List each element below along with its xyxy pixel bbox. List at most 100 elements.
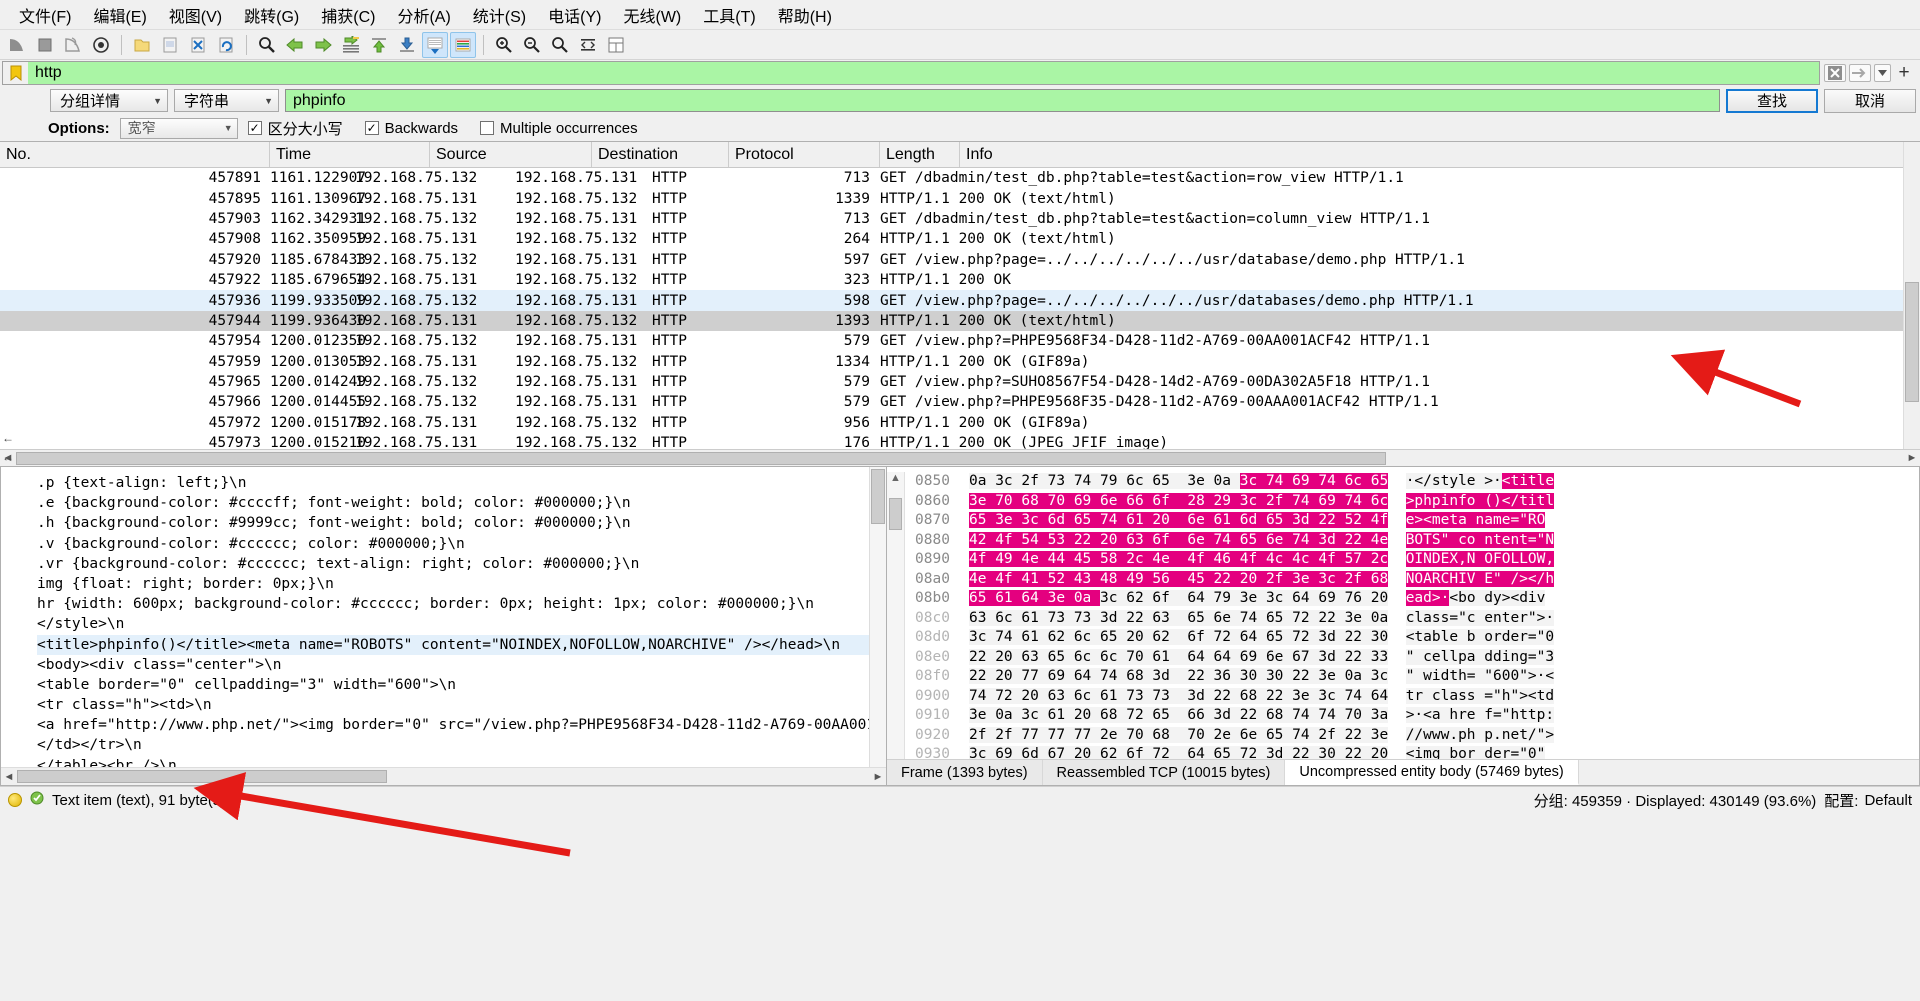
scrollbar-thumb[interactable] xyxy=(17,770,387,783)
hex-dump-row[interactable]: 08a0 4e 4f 41 52 43 48 49 56 45 22 20 2f … xyxy=(915,570,1919,590)
restart-capture-icon[interactable] xyxy=(60,32,86,58)
tab-frame[interactable]: Frame (1393 bytes) xyxy=(887,760,1043,785)
hex-dump-row[interactable]: 0870 65 3e 3c 6d 65 74 61 20 6e 61 6d 65 … xyxy=(915,511,1919,531)
hex-dump-row[interactable]: 0930 3c 69 6d 67 20 62 6f 72 64 65 72 3d … xyxy=(915,745,1919,759)
find-packet-icon[interactable] xyxy=(254,32,280,58)
scroll-right-icon[interactable]: ► xyxy=(1904,450,1920,466)
add-filter-button[interactable]: + xyxy=(1894,62,1914,84)
packet-list-vertical-scrollbar[interactable] xyxy=(1903,142,1920,449)
go-first-packet-icon[interactable] xyxy=(366,32,392,58)
tab-reassembled-tcp[interactable]: Reassembled TCP (10015 bytes) xyxy=(1042,760,1286,785)
find-search-type-combo[interactable]: 字符串 ▼ xyxy=(174,89,279,112)
packet-list-horizontal-scrollbar[interactable]: ◄ ► xyxy=(0,449,1920,466)
case-sensitive-checkbox[interactable]: ✓ 区分大小写 xyxy=(247,118,343,139)
hex-dump-row[interactable]: 08e0 22 20 63 65 6c 6c 70 61 64 64 69 6e … xyxy=(915,648,1919,668)
go-back-icon[interactable] xyxy=(282,32,308,58)
menu-item-analyze[interactable]: 分析(A) xyxy=(386,0,461,30)
hex-dump-area[interactable]: ▲ 0850 0a 3c 2f 73 74 79 6c 65 3e 0a 3c 7… xyxy=(887,467,1919,759)
menu-item-go[interactable]: 跳转(G) xyxy=(233,0,310,30)
close-file-icon[interactable] xyxy=(185,32,211,58)
table-row[interactable]: 457972 1200.015178 192.168.75.131 192.168.7… xyxy=(0,413,1920,433)
display-filter-input[interactable]: http xyxy=(28,61,1820,85)
hex-dump-row[interactable]: 0900 74 72 20 63 6c 61 73 73 3d 22 68 22 … xyxy=(915,687,1919,707)
column-header-info[interactable]: Info xyxy=(960,142,1920,167)
scrollbar-track[interactable] xyxy=(17,769,870,784)
table-row[interactable]: 457965 1200.014249 192.168.75.132 192.168.7… xyxy=(0,372,1920,392)
zoom-out-icon[interactable] xyxy=(519,32,545,58)
scrollbar-thumb[interactable] xyxy=(1905,282,1919,402)
hex-dump-row[interactable]: 08b0 65 61 64 3e 0a 3c 62 6f 64 79 3e 3c … xyxy=(915,589,1919,609)
hex-dump-row[interactable]: 0850 0a 3c 2f 73 74 79 6c 65 3e 0a 3c 74 … xyxy=(915,472,1919,492)
zoom-reset-icon[interactable] xyxy=(547,32,573,58)
find-button[interactable]: 查找 xyxy=(1726,88,1818,113)
menu-item-telephony[interactable]: 电话(Y) xyxy=(537,0,612,30)
profile-value[interactable]: Default xyxy=(1864,792,1912,809)
hex-dump-row[interactable]: 08d0 3c 74 61 62 6c 65 20 62 6f 72 64 65 … xyxy=(915,628,1919,648)
reload-icon[interactable] xyxy=(213,32,239,58)
hex-dump-row[interactable]: 0910 3e 0a 3c 61 20 68 72 65 66 3d 22 68 … xyxy=(915,706,1919,726)
zoom-in-icon[interactable] xyxy=(491,32,517,58)
save-file-icon[interactable] xyxy=(157,32,183,58)
hex-dump-row[interactable]: 0890 4f 49 4e 44 45 58 2c 4e 4f 46 4f 4c … xyxy=(915,550,1919,570)
expert-info-icon[interactable] xyxy=(29,790,45,810)
backwards-checkbox[interactable]: ✓ Backwards xyxy=(364,120,458,137)
menu-item-wireless[interactable]: 无线(W) xyxy=(612,0,692,30)
find-input[interactable]: phpinfo xyxy=(285,89,1720,112)
menu-item-edit[interactable]: 编辑(E) xyxy=(82,0,157,30)
table-row[interactable]: 457908 1162.350959 192.168.75.131 192.168.7… xyxy=(0,229,1920,249)
bookmark-icon[interactable] xyxy=(2,61,28,85)
hex-dump-row[interactable]: 0880 42 4f 54 53 22 20 63 6f 6e 74 65 6e … xyxy=(915,531,1919,551)
autoscroll-icon[interactable] xyxy=(422,31,448,58)
column-header-length[interactable]: Length xyxy=(880,142,960,167)
go-forward-icon[interactable] xyxy=(310,32,336,58)
hex-dump-row[interactable]: 0860 3e 70 68 70 69 6e 66 6f 28 29 3c 2f … xyxy=(915,492,1919,512)
scrollbar-thumb[interactable] xyxy=(889,498,902,530)
hex-dump-row[interactable]: 08c0 63 6c 61 73 73 3d 22 63 65 6e 74 65 … xyxy=(915,609,1919,629)
column-header-destination[interactable]: Destination xyxy=(592,142,729,167)
table-row[interactable]: 457959 1200.013053 192.168.75.131 192.168.7… xyxy=(0,352,1920,372)
menu-item-file[interactable]: 文件(F) xyxy=(8,0,82,30)
scroll-left-icon[interactable]: ◄ xyxy=(1,769,17,785)
capture-status-icon[interactable] xyxy=(8,793,22,807)
go-last-packet-icon[interactable] xyxy=(394,32,420,58)
menu-item-view[interactable]: 视图(V) xyxy=(158,0,233,30)
packet-list-rows[interactable]: 457891 1161.122907 192.168.75.132 192.168.7… xyxy=(0,168,1920,449)
narrow-wide-combo[interactable]: 宽窄 ▼ xyxy=(119,117,238,139)
table-row[interactable]: 457954 1200.012350 192.168.75.132 192.168.7… xyxy=(0,331,1920,351)
hex-dump-rows[interactable]: 0850 0a 3c 2f 73 74 79 6c 65 3e 0a 3c 74 … xyxy=(905,472,1919,759)
menu-item-capture[interactable]: 捕获(C) xyxy=(310,0,386,30)
column-header-protocol[interactable]: Protocol xyxy=(729,142,880,167)
status-right-group[interactable]: 配置: Default xyxy=(1824,790,1912,811)
table-row[interactable]: 457920 1185.678433 192.168.75.132 192.168.7… xyxy=(0,250,1920,270)
table-row[interactable]: 457903 1162.342931 192.168.75.132 192.168.7… xyxy=(0,209,1920,229)
resize-columns-icon[interactable] xyxy=(575,32,601,58)
bytes-vertical-scrollbar[interactable] xyxy=(869,467,886,767)
hex-dump-row[interactable]: 08f0 22 20 77 69 64 74 68 3d 22 36 30 30 … xyxy=(915,667,1919,687)
bytes-text-content[interactable]: .p {text-align: left;}\n .e {background-c… xyxy=(1,467,886,767)
start-capture-icon[interactable] xyxy=(4,32,30,58)
scroll-right-icon[interactable]: ► xyxy=(870,769,886,785)
scroll-up-icon[interactable]: ▲ xyxy=(890,472,901,484)
clear-icon[interactable] xyxy=(1824,64,1846,82)
multiple-occurrences-checkbox[interactable]: Multiple occurrences xyxy=(480,120,638,137)
table-row[interactable]: 457966 1200.014455 192.168.75.132 192.168.7… xyxy=(0,392,1920,412)
stop-capture-icon[interactable] xyxy=(32,32,58,58)
layout-icon[interactable] xyxy=(603,32,629,58)
table-row[interactable]: 457973 1200.015210 192.168.75.131 192.168.7… xyxy=(0,433,1920,449)
colorize-icon[interactable] xyxy=(450,31,476,58)
apply-filter-icon[interactable] xyxy=(1849,64,1871,82)
scrollbar-track[interactable] xyxy=(16,450,1904,466)
table-row[interactable]: 457922 1185.679654 192.168.75.131 192.168.7… xyxy=(0,270,1920,290)
go-to-packet-icon[interactable] xyxy=(338,32,364,58)
scrollbar-thumb[interactable] xyxy=(871,469,885,524)
scrollbar-thumb[interactable] xyxy=(16,451,1386,465)
column-header-time[interactable]: Time xyxy=(270,142,430,167)
capture-options-icon[interactable] xyxy=(88,32,114,58)
table-row[interactable]: 457891 1161.122907 192.168.75.132 192.168.7… xyxy=(0,168,1920,188)
find-search-in-combo[interactable]: 分组详情 ▼ xyxy=(50,89,168,112)
hex-vertical-scrollbar[interactable]: ▲ xyxy=(887,472,905,759)
column-header-no[interactable]: No. xyxy=(0,142,270,167)
menu-item-help[interactable]: 帮助(H) xyxy=(767,0,843,30)
table-row[interactable]: 457936 1199.933509 192.168.75.132 192.168.7… xyxy=(0,290,1920,311)
bytes-horizontal-scrollbar[interactable]: ◄ ► xyxy=(1,767,886,785)
